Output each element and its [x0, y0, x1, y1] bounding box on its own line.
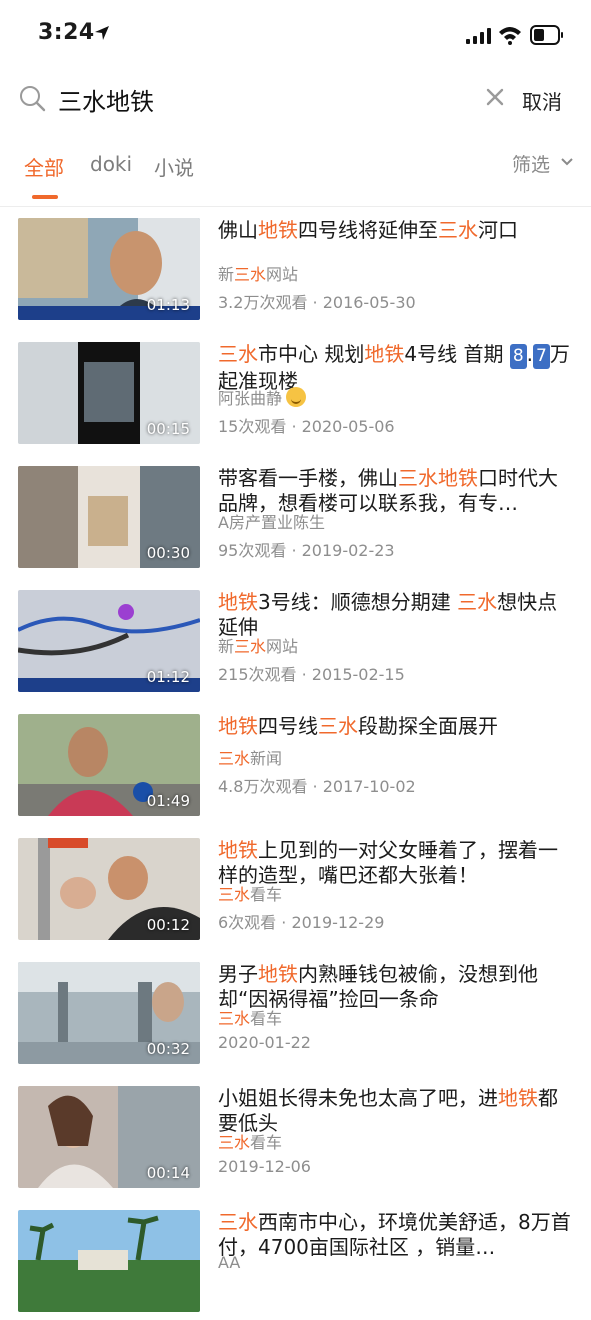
video-item[interactable]: 01:13 佛山地铁四号线将延伸至三水河口 新三水网站 3.2万次观看 · 20…	[0, 206, 591, 328]
video-stats: 2020-01-22	[218, 1033, 311, 1052]
video-thumbnail[interactable]: 00:32	[18, 962, 200, 1064]
video-thumbnail[interactable]: 01:12	[18, 590, 200, 692]
video-source[interactable]: 新三水网站	[218, 261, 298, 285]
video-duration: 01:13	[146, 296, 190, 314]
video-source[interactable]: AA	[218, 1253, 240, 1272]
video-item[interactable]: 00:32 男子地铁内熟睡钱包被偷，没想到他却“因祸得福”捡回一条命 三水看车 …	[0, 950, 591, 1072]
video-thumbnail[interactable]: 01:13	[18, 218, 200, 320]
hugging-face-emoji-icon	[286, 387, 307, 407]
chevron-down-icon[interactable]	[560, 156, 574, 168]
video-title[interactable]: 三水西南市中心，环境优美舒适，8万首付，4700亩国际社区 ，销量…	[218, 1210, 574, 1260]
search-input[interactable]: 三水地铁	[58, 82, 154, 117]
video-item[interactable]: 01:12 地铁3号线：顺德想分期建 三水想快点延伸 新三水网站 215次观看 …	[0, 578, 591, 700]
video-duration: 01:12	[146, 668, 190, 686]
video-thumbnail[interactable]: 00:15	[18, 342, 200, 444]
result-tabs: 全部 doki 小说 筛选	[0, 140, 591, 207]
video-title[interactable]: 地铁四号线三水段勘探全面展开	[218, 714, 574, 739]
video-duration: 01:49	[146, 792, 190, 810]
cellular-signal-icon	[466, 28, 491, 44]
video-thumbnail[interactable]: 00:14	[18, 1086, 200, 1188]
video-duration: 00:14	[146, 1164, 190, 1182]
filter-button[interactable]: 筛选	[512, 150, 550, 177]
video-stats: 95次观看 · 2019-02-23	[218, 541, 395, 560]
video-thumbnail[interactable]	[18, 1210, 200, 1312]
search-icon	[20, 86, 46, 112]
video-item[interactable]: 00:30 带客看一手楼，佛山三水地铁口时代大品牌，想看楼可以联系我，有专… A…	[0, 454, 591, 576]
clear-icon[interactable]	[484, 86, 506, 108]
video-title[interactable]: 佛山地铁四号线将延伸至三水河口	[218, 218, 574, 243]
video-source[interactable]: 新三水网站	[218, 633, 298, 657]
video-item[interactable]: 00:12 地铁上见到的一对父女睡着了，摆着一样的造型，嘴巴还都大张着！ 三水看…	[0, 826, 591, 948]
wifi-icon	[499, 27, 521, 45]
video-thumbnail[interactable]: 01:49	[18, 714, 200, 816]
tab-novel[interactable]: 小说	[154, 152, 194, 181]
tab-doki[interactable]: doki	[90, 152, 132, 176]
video-thumbnail[interactable]: 00:30	[18, 466, 200, 568]
video-source[interactable]: 三水看车	[218, 1005, 282, 1029]
video-duration: 00:30	[146, 544, 190, 562]
video-stats: 215次观看 · 2015-02-15	[218, 665, 405, 684]
video-source[interactable]: 三水看车	[218, 881, 282, 905]
video-source[interactable]: 三水新闻	[218, 745, 282, 769]
video-stats: 6次观看 · 2019-12-29	[218, 913, 385, 932]
video-thumbnail[interactable]: 00:12	[18, 838, 200, 940]
cancel-button[interactable]: 取消	[522, 86, 562, 115]
video-item[interactable]: 01:49 地铁四号线三水段勘探全面展开 三水新闻 4.8万次观看 · 2017…	[0, 702, 591, 824]
video-stats: 4.8万次观看 · 2017-10-02	[218, 777, 416, 796]
search-bar: 三水地铁 取消	[0, 76, 591, 126]
status-bar: 3:24	[0, 0, 591, 70]
video-item[interactable]: 00:15 三水市中心 规划地铁4号线 首期 8. 7 万起准现楼 阿张曲静 15次…	[0, 330, 591, 452]
status-time: 3:24	[38, 20, 95, 45]
video-duration: 00:15	[146, 420, 190, 438]
video-stats: 2019-12-06	[218, 1157, 311, 1176]
video-duration: 00:32	[146, 1040, 190, 1058]
video-item[interactable]: 00:14 小姐姐长得未免也太高了吧，进地铁都要低头 三水看车 2019-12-…	[0, 1074, 591, 1196]
video-source[interactable]: 阿张曲静	[218, 385, 307, 409]
active-tab-indicator	[32, 195, 58, 199]
video-source[interactable]: 三水看车	[218, 1129, 282, 1153]
video-duration: 00:12	[146, 916, 190, 934]
video-source[interactable]: A房产置业陈生	[218, 509, 325, 533]
video-item[interactable]: 三水西南市中心，环境优美舒适，8万首付，4700亩国际社区 ，销量… AA	[0, 1198, 591, 1320]
location-arrow-icon	[95, 26, 109, 40]
battery-icon	[530, 25, 563, 45]
thumbnail-image	[18, 1210, 200, 1312]
video-stats: 15次观看 · 2020-05-06	[218, 417, 395, 436]
video-stats: 3.2万次观看 · 2016-05-30	[218, 293, 416, 312]
tab-all[interactable]: 全部	[24, 152, 64, 181]
